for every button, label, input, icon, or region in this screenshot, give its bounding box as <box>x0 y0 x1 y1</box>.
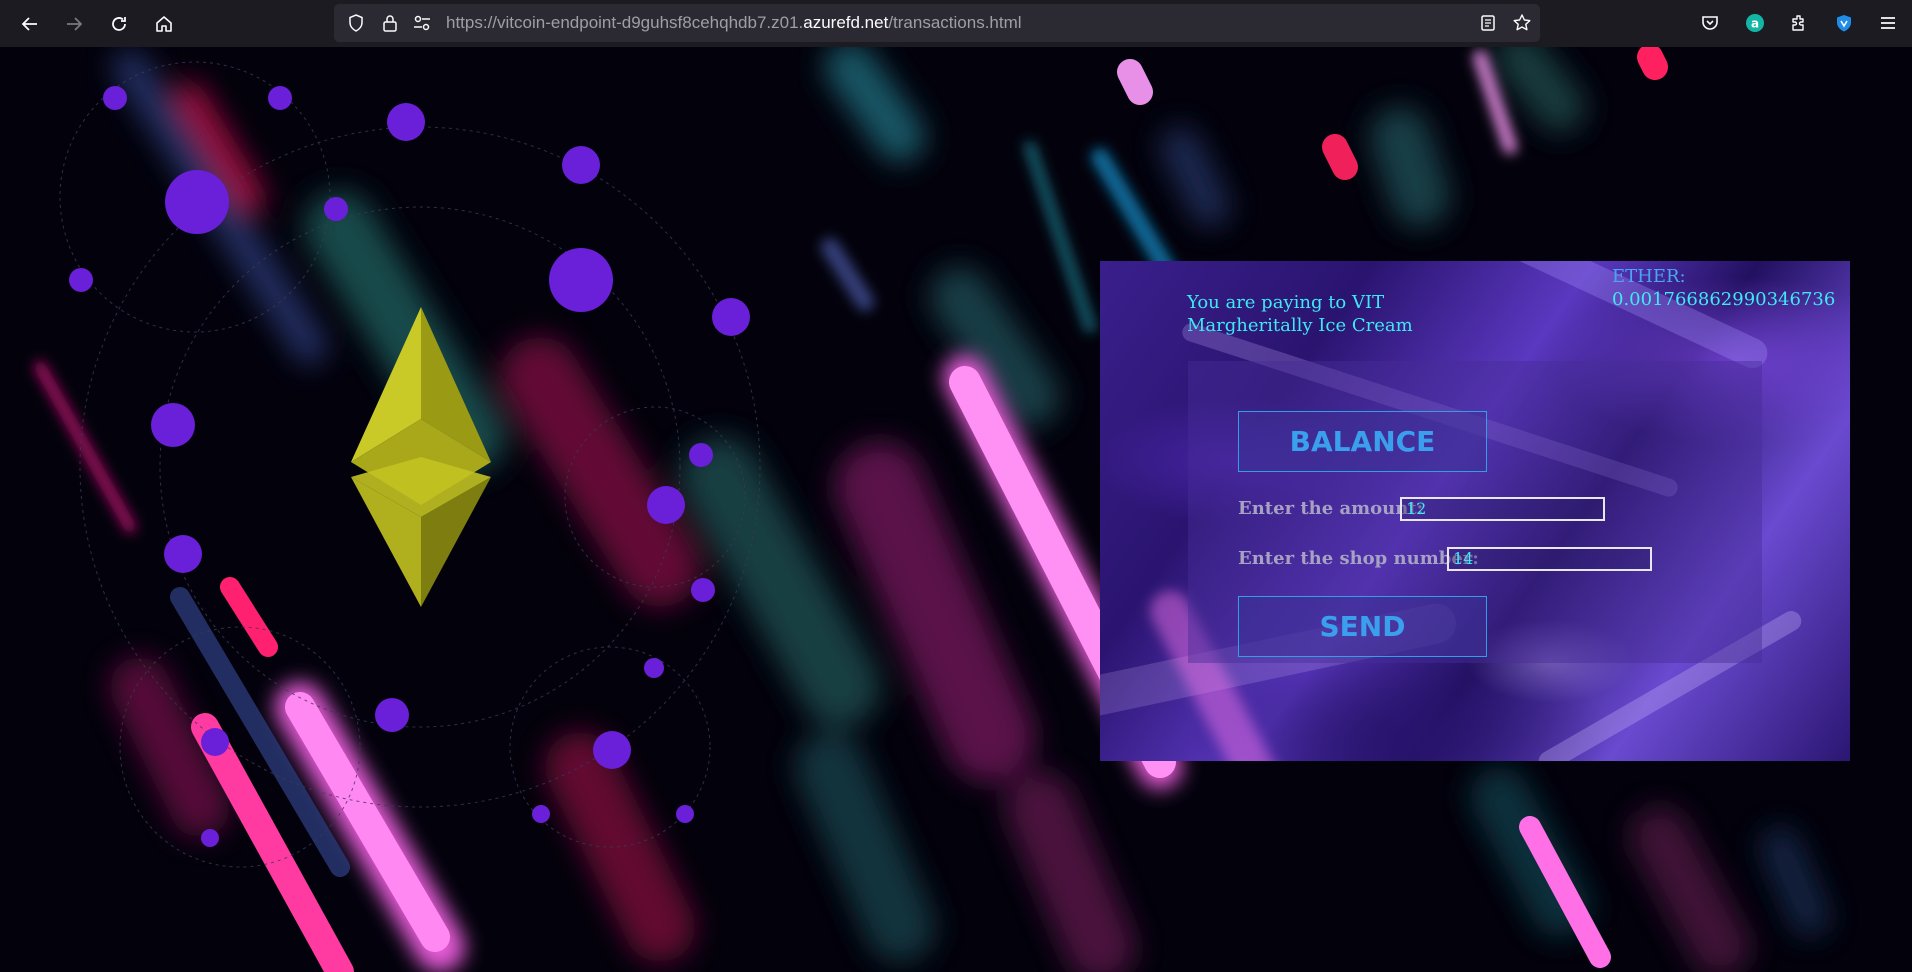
back-button[interactable] <box>14 8 46 40</box>
ether-balance-value: 0.001766862990346736 <box>1612 289 1836 310</box>
url-path: /transactions.html <box>888 13 1022 32</box>
permissions-icon[interactable] <box>412 13 432 33</box>
page-viewport: You are paying to VIT Margheritally Ice … <box>0 47 1912 972</box>
reload-button[interactable] <box>103 8 135 40</box>
shop-number-label: Enter the shop number: <box>1238 548 1479 569</box>
svg-text:a: a <box>1751 17 1759 31</box>
amount-input[interactable]: 12 <box>1400 497 1605 521</box>
ether-label: ETHER: <box>1612 266 1686 287</box>
extensions-button[interactable] <box>1787 11 1811 35</box>
account-icon: a <box>1746 14 1764 32</box>
address-bar[interactable]: https://vitcoin-endpoint-d9guhsf8cehqhdb… <box>334 4 1540 42</box>
pocket-icon <box>1702 16 1718 30</box>
recipient-line-1: You are paying to VIT <box>1187 292 1385 313</box>
url-text[interactable]: https://vitcoin-endpoint-d9guhsf8cehqhdb… <box>446 4 1022 42</box>
url-domain: azurefd.net <box>803 13 889 32</box>
home-button[interactable] <box>148 8 180 40</box>
reader-icon[interactable] <box>1478 13 1498 33</box>
forward-button[interactable] <box>58 8 90 40</box>
recipient-info: You are paying to VIT Margheritally Ice … <box>1187 291 1447 337</box>
vpn-icon <box>1837 15 1851 32</box>
menu-button[interactable] <box>1876 11 1900 35</box>
shop-number-input[interactable]: 14 <box>1447 547 1652 571</box>
vpn-button[interactable] <box>1832 11 1856 35</box>
ethereum-logo-icon <box>351 307 491 607</box>
bookmark-star-icon[interactable] <box>1512 13 1532 33</box>
pocket-button[interactable] <box>1698 11 1722 35</box>
lock-icon[interactable] <box>380 13 400 33</box>
back-icon <box>21 17 37 31</box>
home-icon <box>156 16 172 32</box>
balance-button[interactable]: BALANCE <box>1238 411 1487 472</box>
reload-icon <box>112 17 126 31</box>
account-button[interactable]: a <box>1743 11 1767 35</box>
browser-toolbar: https://vitcoin-endpoint-d9guhsf8cehqhdb… <box>0 0 1912 47</box>
recipient-name: Margheritally Ice Cream <box>1187 315 1413 336</box>
forward-icon <box>67 17 83 31</box>
extensions-icon <box>1792 15 1804 31</box>
amount-label: Enter the amount: <box>1238 498 1424 519</box>
shield-icon[interactable] <box>346 13 366 33</box>
url-prefix: https://vitcoin-endpoint-d9guhsf8cehqhdb… <box>446 13 804 32</box>
send-button[interactable]: SEND <box>1238 596 1487 657</box>
menu-icon <box>1881 17 1895 29</box>
